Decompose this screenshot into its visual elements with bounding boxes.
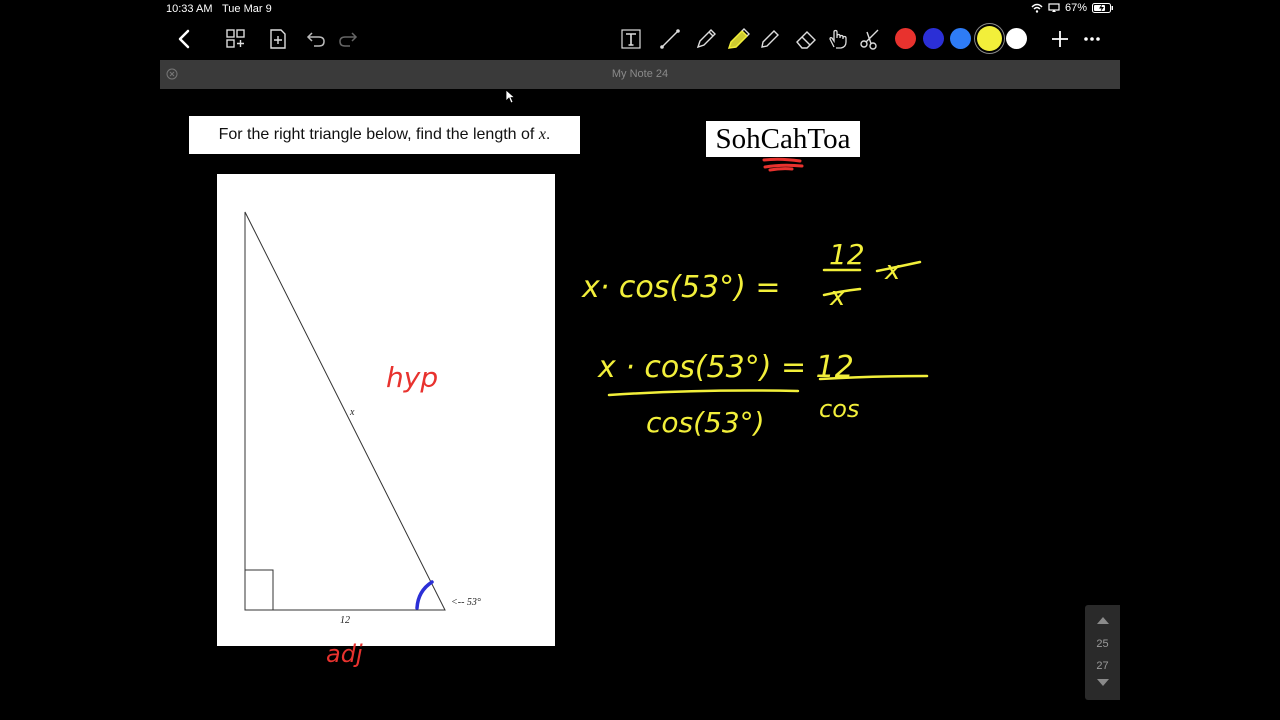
document-title-bar: My Note 24 (160, 60, 1120, 89)
right-angle-marker (244, 569, 274, 611)
triangle-diagram: x 12 <-- 53° (244, 211, 481, 626)
more-button[interactable] (1078, 25, 1106, 53)
scissors-tool-button[interactable] (856, 25, 884, 53)
text-tool-button[interactable] (617, 25, 645, 53)
back-button[interactable] (170, 25, 198, 53)
pencil-icon (761, 30, 779, 48)
color-swatch-red[interactable] (895, 28, 916, 49)
lasso-hand-icon (829, 29, 847, 49)
highlighter-icon (727, 28, 750, 49)
redo-button[interactable] (334, 25, 362, 53)
question-variable: x (538, 126, 546, 143)
notes-app: 10:33 AM Tue Mar 9 67% My Note 24 For th… (160, 0, 1120, 720)
color-swatch-white[interactable] (1006, 28, 1027, 49)
status-time: 10:33 AM (166, 3, 213, 15)
color-swatch-yellow-selected[interactable] (977, 26, 1002, 51)
line-tool-button[interactable] (656, 25, 684, 53)
mouse-cursor-icon (505, 89, 515, 104)
equation-1-numerator: 12 (829, 238, 865, 271)
pen-tool-button[interactable] (692, 25, 720, 53)
equation-1-multiplier: x (884, 256, 901, 286)
question-card: For the right triangle below, find the l… (189, 116, 580, 154)
color-swatch-dark-blue[interactable] (923, 28, 944, 49)
toolbar (160, 18, 1120, 60)
base-label: 12 (340, 615, 350, 626)
pencil-tool-button[interactable] (756, 25, 784, 53)
eraser-tool-button[interactable] (792, 25, 820, 53)
page-scroller[interactable]: 25 27 (1085, 605, 1120, 700)
triangle-figure: x 12 <-- 53° (217, 174, 555, 646)
pen-icon (696, 29, 716, 49)
question-text: For the right triangle below, find the l… (218, 126, 539, 143)
status-bar: 10:33 AM Tue Mar 9 67% (160, 0, 1120, 18)
redo-icon (339, 32, 358, 47)
equation-2-denominator-left: cos(53°) (646, 406, 765, 439)
equation-2-fraction-bar-left (607, 389, 800, 397)
equation-2-fraction-bar-right (818, 374, 929, 381)
hypotenuse-label: x (349, 407, 355, 418)
scissors-icon (860, 29, 879, 50)
line-icon (660, 29, 680, 49)
plus-icon (1052, 31, 1068, 47)
color-swatch-blue[interactable] (950, 28, 971, 49)
screen-mirror-icon (1048, 3, 1060, 12)
equation-1-denominator-strike (822, 287, 862, 297)
wifi-icon (1031, 3, 1043, 13)
equation-2-numerator: x · cos(53°) = 12 (597, 350, 854, 385)
lasso-tool-button[interactable] (824, 25, 852, 53)
status-date: Tue Mar 9 (222, 3, 272, 15)
triangle-outline (244, 211, 446, 611)
equation-1-multiplier-strike (875, 260, 922, 273)
equation-2-denominator-right: cos (819, 395, 859, 423)
pages-overview-button[interactable] (222, 25, 250, 53)
equation-1-left: x· cos(53°) = (581, 270, 781, 305)
page-up-icon[interactable] (1096, 615, 1110, 625)
more-dots-icon (1084, 37, 1100, 41)
text-box-icon (621, 29, 641, 49)
page-down-icon[interactable] (1096, 678, 1110, 688)
angle-label: <-- 53° (451, 597, 481, 608)
battery-percent: 67% (1064, 2, 1087, 14)
eraser-icon (796, 31, 816, 49)
mnemonic-label: SohCahToa (706, 121, 860, 157)
grid-add-icon (226, 29, 245, 48)
next-page-number: 27 (1096, 660, 1109, 672)
undo-button[interactable] (302, 25, 330, 53)
note-canvas[interactable]: For the right triangle below, find the l… (160, 89, 1120, 720)
question-period: . (545, 126, 551, 143)
add-page-icon (270, 29, 286, 49)
highlighter-tool-button[interactable] (724, 25, 752, 53)
chevron-left-icon (178, 29, 190, 49)
current-page-number: 25 (1096, 638, 1109, 650)
add-button[interactable] (1046, 25, 1074, 53)
status-right: 67% (1031, 2, 1114, 14)
mnemonic-red-underline (762, 157, 804, 172)
document-title: My Note 24 (611, 68, 669, 80)
add-page-button[interactable] (264, 25, 292, 53)
equation-1-denominator: x (829, 282, 846, 312)
undo-icon (306, 32, 325, 47)
battery-charging-icon (1092, 3, 1113, 13)
